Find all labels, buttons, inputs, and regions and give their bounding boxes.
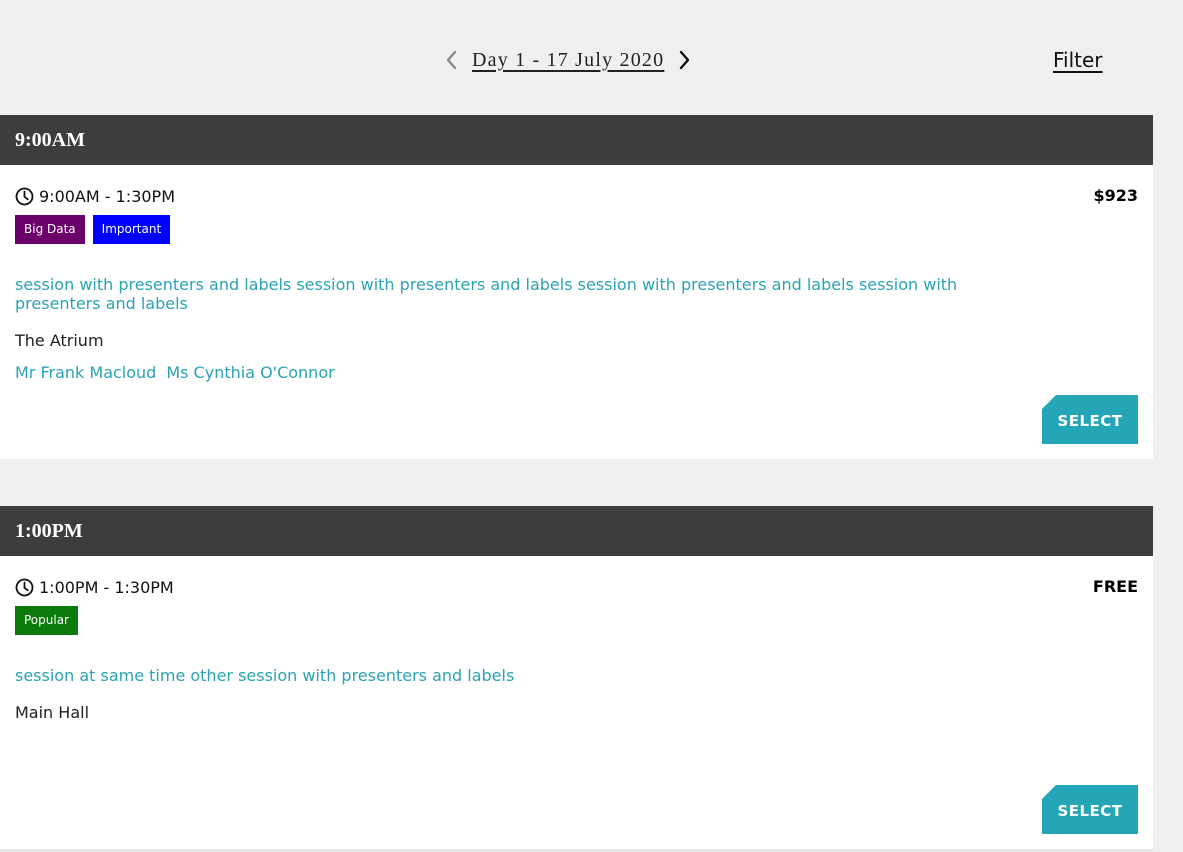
presenter-link[interactable]: Ms Cynthia O'Connor <box>166 363 334 382</box>
chevron-left-icon[interactable] <box>444 46 460 74</box>
session-location: The Atrium <box>15 331 104 350</box>
day-title[interactable]: Day 1 - 17 July 2020 <box>472 49 664 72</box>
session-location: Main Hall <box>15 703 90 722</box>
time-slot: 9:00AM 9:00AM - 1:30PM $923 Big Data Imp… <box>0 115 1153 459</box>
day-navigation: Day 1 - 17 July 2020 Filter <box>0 0 1153 115</box>
day-switcher: Day 1 - 17 July 2020 <box>444 46 692 74</box>
slot-heading: 1:00PM <box>0 506 1153 556</box>
session-title-link[interactable]: session at same time other session with … <box>15 666 1005 685</box>
presenter-link[interactable]: Mr Frank Macloud <box>15 363 156 382</box>
session-presenters: Mr Frank Macloud Ms Cynthia O'Connor <box>15 363 335 382</box>
chevron-right-icon[interactable] <box>676 46 692 74</box>
slot-heading: 9:00AM <box>0 115 1153 165</box>
clock-icon <box>15 578 34 597</box>
session-price: FREE <box>1092 577 1138 596</box>
clock-icon <box>15 187 34 206</box>
session-time: 1:00PM - 1:30PM <box>15 578 174 597</box>
session-time-text: 1:00PM - 1:30PM <box>39 578 174 597</box>
session-time-text: 9:00AM - 1:30PM <box>39 187 176 206</box>
label-badge: Popular <box>15 606 78 635</box>
time-slot: 1:00PM 1:00PM - 1:30PM FREE Popular sess… <box>0 506 1153 849</box>
filter-link[interactable]: Filter <box>1053 48 1103 72</box>
session-labels: Big Data Important <box>15 215 171 244</box>
session-price: $923 <box>1093 186 1138 205</box>
session-card: 1:00PM - 1:30PM FREE Popular session at … <box>0 556 1153 849</box>
label-badge: Big Data <box>15 215 85 244</box>
select-button[interactable]: SELECT <box>1042 395 1138 444</box>
select-button[interactable]: SELECT <box>1042 785 1138 834</box>
session-labels: Popular <box>15 606 78 635</box>
session-title-link[interactable]: session with presenters and labels sessi… <box>15 275 1005 313</box>
label-badge: Important <box>92 215 171 244</box>
session-card: 9:00AM - 1:30PM $923 Big Data Important … <box>0 165 1153 459</box>
session-time: 9:00AM - 1:30PM <box>15 187 175 206</box>
